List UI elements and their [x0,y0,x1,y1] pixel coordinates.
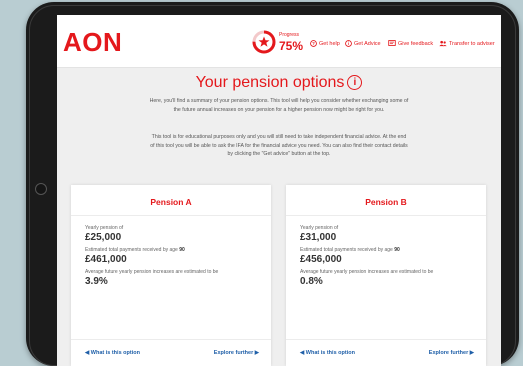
chevron-left-icon: ◀ [85,350,90,356]
increase-value: 0.8% [300,276,323,287]
page-title: Your pension options [195,74,345,91]
yearly-pension-label: Yearly pension of [85,225,124,231]
card-divider [286,215,486,216]
get-help-label: Get help [319,40,340,47]
page-title-row: Your pension options i [57,73,501,93]
total-payments-value: £461,000 [85,254,127,265]
chevron-left-icon: ◀ [300,350,305,356]
transfer-to-adviser-link[interactable]: Transfer to adviser [439,40,495,47]
get-help-link[interactable]: ? Get help [310,40,340,47]
header-bar: AON Progress 75% ? Get help i Get Advice [57,15,501,68]
increase-label: Average future yearly pension increases … [85,269,219,275]
yearly-pension-value: £25,000 [85,232,122,243]
info-icon: i [345,40,352,47]
home-button[interactable] [35,183,47,195]
card-title: Pension B [365,197,407,207]
card-footer: ◀ What is this option Explore further ▶ [286,339,486,366]
chevron-right-icon: ▶ [254,350,259,356]
intro-paragraph: Here, you'll find a summary of your pens… [149,98,409,113]
pension-b-card: Pension B Yearly pension of £31,000 Esti… [286,185,486,366]
svg-text:?: ? [312,41,315,46]
pension-a-card: Pension A Yearly pension of £25,000 Esti… [71,185,271,366]
yearly-pension-value: £31,000 [300,232,337,243]
total-payments-label: Estimated total payments received by age… [85,247,185,253]
give-feedback-link[interactable]: Give feedback [388,40,433,47]
page-info-icon[interactable]: i [347,75,363,91]
disclaimer-paragraph: This tool is for educational purposes on… [150,134,408,158]
progress-value: 75% [279,39,304,53]
get-advice-link[interactable]: i Get Advice [345,40,381,47]
card-title: Pension A [150,197,192,207]
total-payments-value: £456,000 [300,254,342,265]
help-icon: ? [310,40,317,47]
give-feedback-label: Give feedback [398,40,434,47]
card-footer: ◀ What is this option Explore further ▶ [71,339,271,366]
get-advice-label: Get Advice [354,40,381,47]
increase-value: 3.9% [85,276,108,287]
what-is-this-option-link[interactable]: ◀ What is this option [85,350,140,356]
app-screen: AON Progress 75% ? Get help i Get Advice [57,15,501,366]
chevron-right-icon: ▶ [469,350,474,356]
progress-ring-icon [252,30,276,54]
what-is-this-option-link[interactable]: ◀ What is this option [300,350,355,356]
svg-text:i: i [348,41,349,46]
transfer-to-adviser-label: Transfer to adviser [449,40,495,47]
aon-logo[interactable]: AON [63,29,122,55]
card-divider [71,215,271,216]
progress-label: Progress [279,32,300,38]
total-payments-label: Estimated total payments received by age… [300,247,400,253]
feedback-icon [388,40,396,46]
users-icon [439,40,447,47]
explore-further-link[interactable]: Explore further ▶ [214,350,259,356]
explore-further-link[interactable]: Explore further ▶ [429,350,474,356]
increase-label: Average future yearly pension increases … [300,269,434,275]
yearly-pension-label: Yearly pension of [300,225,339,231]
